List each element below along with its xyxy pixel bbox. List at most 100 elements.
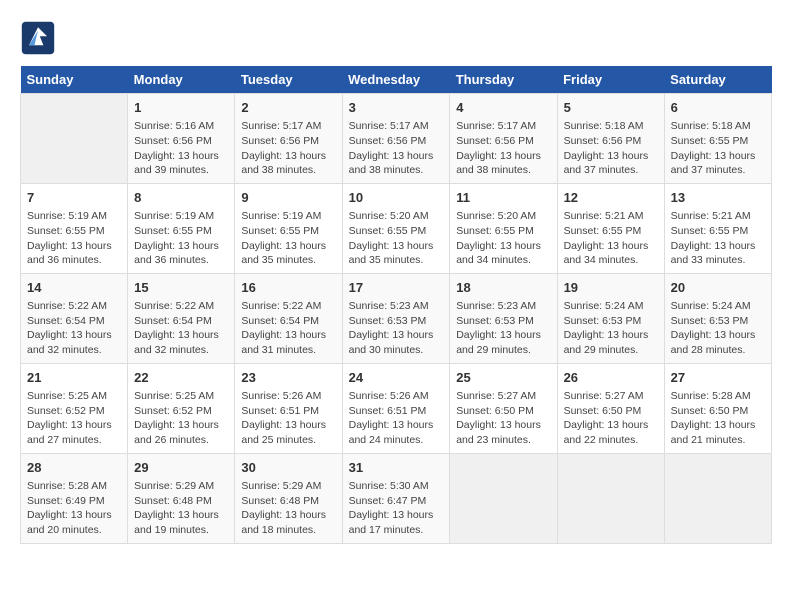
day-info: Sunrise: 5:23 AM Sunset: 6:53 PM Dayligh…	[456, 299, 550, 358]
day-info: Sunrise: 5:17 AM Sunset: 6:56 PM Dayligh…	[349, 119, 444, 178]
day-info: Sunrise: 5:20 AM Sunset: 6:55 PM Dayligh…	[349, 209, 444, 268]
calendar-cell: 20 Sunrise: 5:24 AM Sunset: 6:53 PM Dayli…	[664, 273, 771, 363]
day-number: 6	[671, 99, 765, 117]
weekday-row: SundayMondayTuesdayWednesdayThursdayFrid…	[21, 66, 772, 94]
calendar-week-2: 7 Sunrise: 5:19 AM Sunset: 6:55 PM Daylig…	[21, 183, 772, 273]
calendar-cell: 9 Sunrise: 5:19 AM Sunset: 6:55 PM Daylig…	[235, 183, 342, 273]
calendar-cell: 15Sunrise: 5:22 AM Sunset: 6:54 PM Dayli…	[128, 273, 235, 363]
calendar-cell	[557, 453, 664, 543]
calendar-cell: 11 Sunrise: 5:20 AM Sunset: 6:55 PM Dayli…	[450, 183, 557, 273]
day-number: 26	[564, 369, 658, 387]
calendar-cell: 24 Sunrise: 5:26 AM Sunset: 6:51 PM Dayli…	[342, 363, 450, 453]
day-info: Sunrise: 5:21 AM Sunset: 6:55 PM Dayligh…	[564, 209, 658, 268]
calendar-week-4: 21Sunrise: 5:25 AM Sunset: 6:52 PM Dayli…	[21, 363, 772, 453]
day-number: 10	[349, 189, 444, 207]
calendar-cell: 5 Sunrise: 5:18 AM Sunset: 6:56 PM Daylig…	[557, 94, 664, 184]
calendar-week-3: 14 Sunrise: 5:22 AM Sunset: 6:54 PM Dayli…	[21, 273, 772, 363]
day-info: Sunrise: 5:26 AM Sunset: 6:51 PM Dayligh…	[349, 389, 444, 448]
day-number: 20	[671, 279, 765, 297]
day-number: 29	[134, 459, 228, 477]
weekday-header-saturday: Saturday	[664, 66, 771, 94]
day-info: Sunrise: 5:20 AM Sunset: 6:55 PM Dayligh…	[456, 209, 550, 268]
calendar-cell: 22Sunrise: 5:25 AM Sunset: 6:52 PM Dayli…	[128, 363, 235, 453]
calendar-cell: 19 Sunrise: 5:24 AM Sunset: 6:53 PM Dayli…	[557, 273, 664, 363]
calendar-cell: 6 Sunrise: 5:18 AM Sunset: 6:55 PM Daylig…	[664, 94, 771, 184]
calendar-header: SundayMondayTuesdayWednesdayThursdayFrid…	[21, 66, 772, 94]
day-number: 7	[27, 189, 121, 207]
day-number: 19	[564, 279, 658, 297]
day-info: Sunrise: 5:23 AM Sunset: 6:53 PM Dayligh…	[349, 299, 444, 358]
day-number: 1	[134, 99, 228, 117]
weekday-header-thursday: Thursday	[450, 66, 557, 94]
day-number: 18	[456, 279, 550, 297]
day-info: Sunrise: 5:18 AM Sunset: 6:56 PM Dayligh…	[564, 119, 658, 178]
day-info: Sunrise: 5:21 AM Sunset: 6:55 PM Dayligh…	[671, 209, 765, 268]
day-info: Sunrise: 5:28 AM Sunset: 6:50 PM Dayligh…	[671, 389, 765, 448]
day-number: 8	[134, 189, 228, 207]
calendar-cell: 30Sunrise: 5:29 AM Sunset: 6:48 PM Dayli…	[235, 453, 342, 543]
calendar-cell: 26 Sunrise: 5:27 AM Sunset: 6:50 PM Dayli…	[557, 363, 664, 453]
calendar-week-5: 28 Sunrise: 5:28 AM Sunset: 6:49 PM Dayli…	[21, 453, 772, 543]
day-info: Sunrise: 5:19 AM Sunset: 6:55 PM Dayligh…	[27, 209, 121, 268]
day-info: Sunrise: 5:22 AM Sunset: 6:54 PM Dayligh…	[134, 299, 228, 358]
day-info: Sunrise: 5:26 AM Sunset: 6:51 PM Dayligh…	[241, 389, 335, 448]
day-info: Sunrise: 5:17 AM Sunset: 6:56 PM Dayligh…	[456, 119, 550, 178]
logo	[20, 20, 60, 56]
day-info: Sunrise: 5:28 AM Sunset: 6:49 PM Dayligh…	[27, 479, 121, 538]
day-number: 2	[241, 99, 335, 117]
calendar-cell: 3 Sunrise: 5:17 AM Sunset: 6:56 PM Daylig…	[342, 94, 450, 184]
calendar-cell	[21, 94, 128, 184]
day-info: Sunrise: 5:27 AM Sunset: 6:50 PM Dayligh…	[564, 389, 658, 448]
calendar-week-1: 1 Sunrise: 5:16 AM Sunset: 6:56 PM Daylig…	[21, 94, 772, 184]
day-number: 13	[671, 189, 765, 207]
day-info: Sunrise: 5:29 AM Sunset: 6:48 PM Dayligh…	[134, 479, 228, 538]
day-info: Sunrise: 5:24 AM Sunset: 6:53 PM Dayligh…	[564, 299, 658, 358]
logo-icon	[20, 20, 56, 56]
day-info: Sunrise: 5:17 AM Sunset: 6:56 PM Dayligh…	[241, 119, 335, 178]
day-info: Sunrise: 5:22 AM Sunset: 6:54 PM Dayligh…	[241, 299, 335, 358]
page-header	[20, 20, 772, 56]
day-number: 27	[671, 369, 765, 387]
weekday-header-sunday: Sunday	[21, 66, 128, 94]
day-number: 31	[349, 459, 444, 477]
day-number: 30	[241, 459, 335, 477]
weekday-header-monday: Monday	[128, 66, 235, 94]
day-number: 12	[564, 189, 658, 207]
day-info: Sunrise: 5:18 AM Sunset: 6:55 PM Dayligh…	[671, 119, 765, 178]
day-number: 28	[27, 459, 121, 477]
calendar-cell: 17 Sunrise: 5:23 AM Sunset: 6:53 PM Dayli…	[342, 273, 450, 363]
day-number: 11	[456, 189, 550, 207]
day-number: 17	[349, 279, 444, 297]
calendar-cell: 28 Sunrise: 5:28 AM Sunset: 6:49 PM Dayli…	[21, 453, 128, 543]
weekday-header-wednesday: Wednesday	[342, 66, 450, 94]
day-number: 21	[27, 369, 121, 387]
day-number: 4	[456, 99, 550, 117]
day-info: Sunrise: 5:19 AM Sunset: 6:55 PM Dayligh…	[134, 209, 228, 268]
calendar-cell: 25Sunrise: 5:27 AM Sunset: 6:50 PM Dayli…	[450, 363, 557, 453]
day-info: Sunrise: 5:22 AM Sunset: 6:54 PM Dayligh…	[27, 299, 121, 358]
day-info: Sunrise: 5:16 AM Sunset: 6:56 PM Dayligh…	[134, 119, 228, 178]
weekday-header-friday: Friday	[557, 66, 664, 94]
day-number: 22	[134, 369, 228, 387]
day-number: 23	[241, 369, 335, 387]
calendar-cell: 21Sunrise: 5:25 AM Sunset: 6:52 PM Dayli…	[21, 363, 128, 453]
day-number: 24	[349, 369, 444, 387]
day-number: 14	[27, 279, 121, 297]
day-number: 3	[349, 99, 444, 117]
calendar-cell: 12 Sunrise: 5:21 AM Sunset: 6:55 PM Dayli…	[557, 183, 664, 273]
calendar-cell: 7 Sunrise: 5:19 AM Sunset: 6:55 PM Daylig…	[21, 183, 128, 273]
calendar-cell: 18 Sunrise: 5:23 AM Sunset: 6:53 PM Dayli…	[450, 273, 557, 363]
day-info: Sunrise: 5:19 AM Sunset: 6:55 PM Dayligh…	[241, 209, 335, 268]
calendar-cell: 31 Sunrise: 5:30 AM Sunset: 6:47 PM Dayli…	[342, 453, 450, 543]
calendar-cell: 13 Sunrise: 5:21 AM Sunset: 6:55 PM Dayli…	[664, 183, 771, 273]
day-number: 5	[564, 99, 658, 117]
weekday-header-tuesday: Tuesday	[235, 66, 342, 94]
calendar-cell	[450, 453, 557, 543]
day-info: Sunrise: 5:30 AM Sunset: 6:47 PM Dayligh…	[349, 479, 444, 538]
day-info: Sunrise: 5:24 AM Sunset: 6:53 PM Dayligh…	[671, 299, 765, 358]
calendar-cell: 2 Sunrise: 5:17 AM Sunset: 6:56 PM Daylig…	[235, 94, 342, 184]
calendar-cell: 10 Sunrise: 5:20 AM Sunset: 6:55 PM Dayli…	[342, 183, 450, 273]
day-number: 9	[241, 189, 335, 207]
calendar-cell: 23 Sunrise: 5:26 AM Sunset: 6:51 PM Dayli…	[235, 363, 342, 453]
calendar-cell: 27 Sunrise: 5:28 AM Sunset: 6:50 PM Dayli…	[664, 363, 771, 453]
